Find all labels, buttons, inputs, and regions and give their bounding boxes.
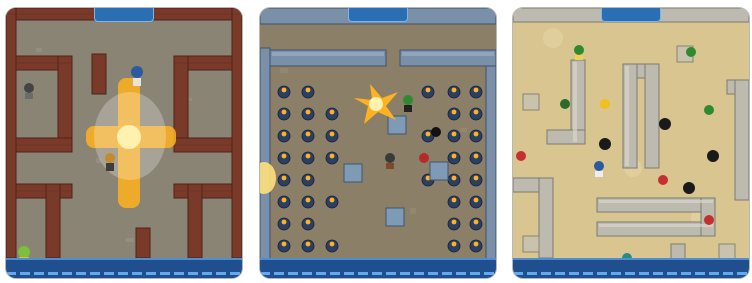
screenshot-sand-arena [513, 8, 749, 278]
game-field-brick [6, 8, 242, 278]
screenshot-brick-arena [6, 8, 242, 278]
hud-top-panel [348, 8, 408, 22]
hud-bottom-panel [513, 258, 749, 278]
game-field-sand [513, 8, 749, 278]
hud-bottom-panel [260, 258, 496, 278]
hud-top-panel [94, 8, 154, 22]
bomber-enemy-icon [24, 83, 34, 99]
bomber-enemy-icon [403, 95, 413, 112]
game-field-steel [260, 8, 496, 278]
bomber-player-icon [385, 153, 395, 169]
hud-bottom-panel [6, 258, 242, 278]
hud-top-panel [601, 8, 661, 22]
screenshot-steel-arena [260, 8, 496, 278]
